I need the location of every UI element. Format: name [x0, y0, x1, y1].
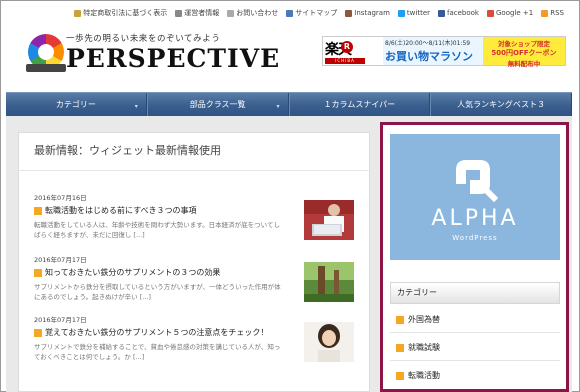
post-thumbnail-forest[interactable] — [304, 262, 354, 302]
sidebar-item-job-change[interactable]: 転職活動 — [396, 370, 440, 381]
category-label: 外国為替 — [408, 315, 440, 324]
rakuten-r-icon: R — [341, 41, 353, 53]
banner-campaign-title: お買い物マラソン — [385, 50, 473, 63]
rakuten-logo: 楽天 R ICHIBA — [323, 37, 383, 65]
instagram-icon — [345, 9, 353, 17]
sitemap-icon — [286, 9, 294, 17]
link-label: 特定商取引法に基づく表示 — [83, 9, 168, 17]
category-label: 転職活動 — [408, 371, 440, 380]
site-title[interactable]: PERSPECTIVE — [66, 44, 280, 73]
person-icon — [175, 9, 183, 17]
list-item: 2016年07月17日 知っておきたい鉄分のサプリメントの３つの効果 サプリメン… — [34, 254, 354, 302]
link-label: facebook — [447, 9, 479, 17]
sidebar-item-forex[interactable]: 外国為替 — [396, 314, 440, 325]
link-contact[interactable]: お問い合わせ — [227, 8, 278, 18]
list-item: 2016年07月17日 覚えておきたい鉄分のサプリメント５つの注意点をチェック！… — [34, 314, 354, 362]
nav-item-one-column[interactable]: １カラムスナイパー — [288, 93, 431, 116]
link-google-plus[interactable]: Google +1 — [487, 8, 533, 18]
logo-base — [26, 64, 66, 72]
bullet-icon — [396, 315, 404, 324]
link-label: Instagram — [354, 9, 390, 17]
alpha-logo-icon — [456, 160, 499, 203]
post-excerpt: サプリメントで鉄分を補給することで、貧血や倦怠感の対策を講じている人が、知ってお… — [34, 343, 281, 361]
post-title: 知っておきたい鉄分のサプリメントの３つの効果 — [45, 268, 221, 277]
site-tagline: 一歩先の明るい未来をのぞいてみよう — [66, 34, 221, 44]
banner-campaign: 8/6(土)20:00～8/11(木)01:59 お買い物マラソン — [383, 37, 483, 65]
banner-promo: 対象ショップ限定 500円OFFクーポン 無料配布中 — [483, 37, 565, 68]
ichiba-label: ICHIBA — [325, 58, 365, 64]
list-item: 2016年07月16日 転職活動をはじめる前にすべき３つの事項 転職活動をしてい… — [34, 192, 354, 240]
link-label: 運営者情報 — [184, 9, 220, 17]
link-twitter[interactable]: twitter — [397, 8, 431, 18]
link-label: Google +1 — [496, 9, 534, 17]
ad-wordmark: ALPHA — [431, 206, 519, 231]
divider — [390, 360, 560, 361]
arrow-icon — [34, 206, 42, 215]
mail-icon — [227, 9, 235, 17]
post-title: 転職活動をはじめる前にすべき３つの事項 — [45, 206, 197, 215]
chevron-down-icon: ▾ — [134, 103, 138, 110]
twitter-icon — [397, 9, 405, 17]
nav-item-ranking[interactable]: 人気ランキングベスト３ — [430, 93, 572, 116]
nav-label: １カラムスナイパー — [323, 100, 396, 109]
bullet-icon — [396, 371, 404, 380]
chevron-down-icon: ▾ — [276, 103, 280, 110]
promo-line: 無料配布中 — [507, 60, 541, 68]
nav-item-parts-class[interactable]: 部品クラス一覧 ▾ — [146, 93, 289, 116]
link-rss[interactable]: RSS — [541, 8, 564, 18]
post-thumbnail-laptop[interactable] — [304, 200, 354, 240]
global-nav: カテゴリー ▾ 部品クラス一覧 ▾ １カラムスナイパー 人気ランキングベスト３ — [6, 92, 572, 116]
link-label: RSS — [550, 9, 564, 17]
nav-label: 部品クラス一覧 — [189, 100, 246, 109]
promo-line: 500円OFFクーポン — [491, 49, 557, 57]
banner-dates: 8/6(土)20:00～8/11(木)01:59 — [385, 40, 471, 47]
arrow-icon — [34, 328, 42, 337]
nav-label: 人気ランキングベスト３ — [457, 100, 546, 109]
link-instagram[interactable]: Instagram — [345, 8, 390, 18]
utility-links: 特定商取引法に基づく表示 運営者情報 お問い合わせ サイトマップ Instagr… — [74, 8, 564, 18]
post-excerpt: サプリメントから鉄分を摂取しているという方がいますが、一体どういった作用が体にあ… — [34, 283, 281, 301]
link-operator-info[interactable]: 運営者情報 — [175, 8, 219, 18]
divider — [18, 170, 370, 171]
document-icon — [74, 9, 82, 17]
link-facebook[interactable]: facebook — [438, 8, 479, 18]
alpha-wordpress-ad[interactable]: ALPHA WordPress — [390, 134, 560, 260]
post-excerpt: 転職活動をしている人は、年齢や技術を問わず大勢います。日本経済が底をついてしばら… — [34, 221, 280, 239]
promo-line: 対象ショップ限定 — [498, 40, 550, 48]
post-thumbnail-woman[interactable] — [304, 322, 354, 362]
divider — [390, 332, 560, 333]
category-label: 就職試験 — [408, 343, 440, 352]
google-plus-icon — [487, 9, 494, 17]
link-sitemap[interactable]: サイトマップ — [286, 8, 337, 18]
link-label: twitter — [406, 9, 431, 17]
sidebar-item-job-exam[interactable]: 就職試験 — [396, 342, 440, 353]
nav-label: カテゴリー — [55, 100, 96, 109]
category-widget-title: カテゴリー — [390, 282, 560, 304]
facebook-icon — [438, 9, 446, 17]
rakuten-banner-ad[interactable]: 楽天 R ICHIBA 8/6(土)20:00～8/11(木)01:59 お買い… — [322, 36, 566, 68]
arrow-icon — [34, 268, 42, 277]
nav-item-category[interactable]: カテゴリー ▾ — [6, 93, 147, 116]
bullet-icon — [396, 343, 404, 352]
link-label: お問い合わせ — [236, 9, 279, 17]
rss-icon — [541, 9, 549, 17]
main-section-title: 最新情報：ウィジェット最新情報使用 — [34, 144, 221, 157]
link-tokushoho[interactable]: 特定商取引法に基づく表示 — [74, 8, 167, 18]
link-label: サイトマップ — [295, 9, 338, 17]
ad-subtitle: WordPress — [452, 234, 498, 242]
post-title: 覚えておきたい鉄分のサプリメント５つの注意点をチェック！ — [45, 328, 269, 337]
